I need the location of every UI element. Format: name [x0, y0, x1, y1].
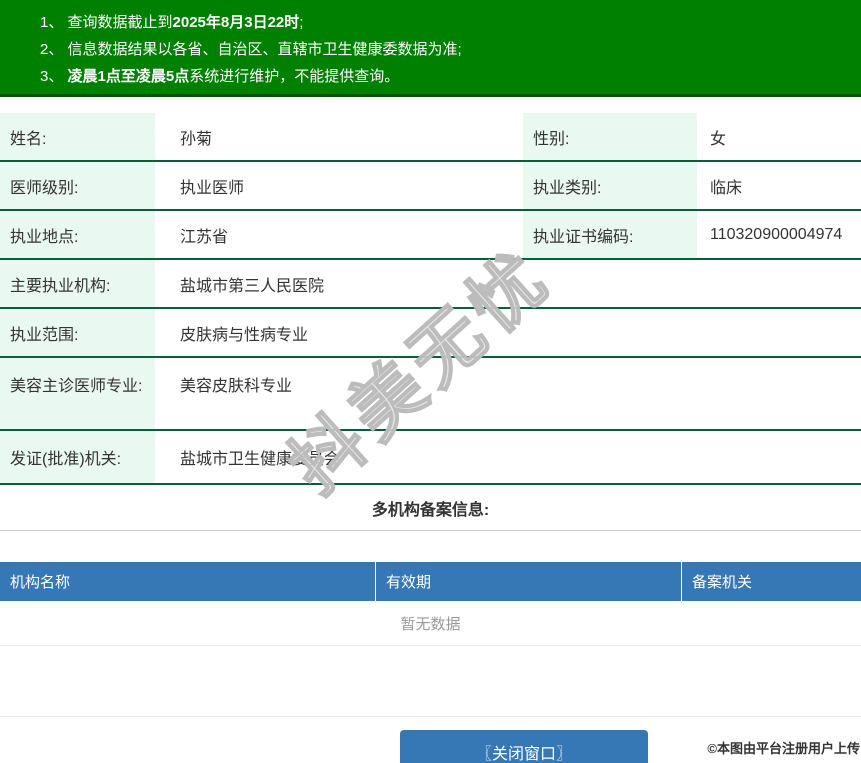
license-query-result-page: 1、 查询数据截止到2025年8月3日22时; 2、 信息数据结果以各省、自治区… — [0, 0, 861, 763]
field-label-issuing-authority: 发证(批准)机关: — [0, 431, 155, 483]
field-value-practice-category: 临床 — [710, 179, 743, 197]
field-value-gender: 女 — [710, 130, 727, 148]
notice-2-text: 2、 信息数据结果以各省、自治区、直辖市卫生健康委数据为准; — [40, 41, 462, 58]
table-row: 姓名: 孙菊 性别: 女 — [0, 113, 861, 162]
notice-3-suffix: 系统进行维护，不能提供查询。 — [189, 68, 400, 85]
notice-banner: 1、 查询数据截止到2025年8月3日22时; 2、 信息数据结果以各省、自治区… — [0, 0, 861, 97]
field-label-doctor-level: 医师级别: — [0, 162, 155, 209]
table-row: 执业地点: 江苏省 执业证书编码: 110320900004974 — [0, 211, 861, 260]
notice-1-suffix: ; — [299, 14, 304, 31]
field-label-practice-scope: 执业范围: — [0, 309, 155, 356]
close-window-button[interactable]: 〖关闭窗口〗 — [400, 730, 648, 763]
table-row: 医师级别: 执业医师 执业类别: 临床 — [0, 162, 861, 211]
records-table-header: 机构名称 有效期 备案机关 — [0, 562, 861, 601]
field-label-gender: 性别: — [523, 113, 697, 160]
column-header-validity-period: 有效期 — [376, 562, 682, 601]
practitioner-info-table: 姓名: 孙菊 性别: 女 医师级别: 执业医师 执业类别: 临床 执业地点: 江… — [0, 113, 861, 485]
empty-data-placeholder: 暂无数据 — [0, 601, 861, 646]
table-row: 主要执业机构: 盐城市第三人民医院 — [0, 260, 861, 309]
field-label-practice-category: 执业类别: — [523, 162, 697, 209]
field-value-certificate-number: 110320900004974 — [710, 225, 843, 243]
upload-attribution-note: ©本图由平台注册用户上传 — [707, 741, 860, 756]
notice-3-bold: 凌晨1点至凌晨5点 — [67, 68, 190, 85]
field-value-practice-scope: 皮肤病与性病专业 — [180, 326, 309, 344]
column-header-filing-authority: 备案机关 — [692, 574, 753, 591]
divider — [0, 646, 861, 717]
table-row: 执业范围: 皮肤病与性病专业 — [0, 309, 861, 358]
notice-1-text: 1、 查询数据截止到 — [40, 14, 173, 31]
field-label-main-institution: 主要执业机构: — [0, 260, 155, 307]
table-row: 美容主诊医师专业: 美容皮肤科专业 — [0, 358, 861, 431]
field-value-practice-location: 江苏省 — [180, 228, 229, 246]
notice-3-text: 3、 — [40, 68, 68, 85]
field-value-issuing-authority: 盐城市卫生健康委员会 — [180, 451, 341, 468]
field-label-certificate-number: 执业证书编码: — [523, 211, 697, 258]
field-value-doctor-level: 执业医师 — [180, 179, 245, 197]
field-value-cosmetic-specialty: 美容皮肤科专业 — [180, 378, 293, 395]
field-label-cosmetic-specialty: 美容主诊医师专业: — [0, 358, 155, 429]
column-header-institution-name: 机构名称 — [0, 562, 376, 601]
multi-institution-section-title: 多机构备案信息: — [0, 485, 861, 531]
notice-line-3: 3、 凌晨1点至凌晨5点系统进行维护，不能提供查询。 — [40, 63, 861, 90]
notice-line-1: 1、 查询数据截止到2025年8月3日22时; — [40, 9, 861, 36]
notice-1-bold: 2025年8月3日22时 — [172, 14, 300, 31]
footer: 〖关闭窗口〗 ©本图由平台注册用户上传 — [0, 717, 861, 763]
field-label-name: 姓名: — [0, 113, 155, 160]
records-table: 机构名称 有效期 备案机关 暂无数据 — [0, 562, 861, 646]
table-row: 发证(批准)机关: 盐城市卫生健康委员会 — [0, 431, 861, 485]
field-value-name: 孙菊 — [180, 130, 213, 148]
notice-line-2: 2、 信息数据结果以各省、自治区、直辖市卫生健康委数据为准; — [40, 36, 861, 63]
field-value-main-institution: 盐城市第三人民医院 — [180, 277, 325, 295]
field-label-practice-location: 执业地点: — [0, 211, 155, 258]
